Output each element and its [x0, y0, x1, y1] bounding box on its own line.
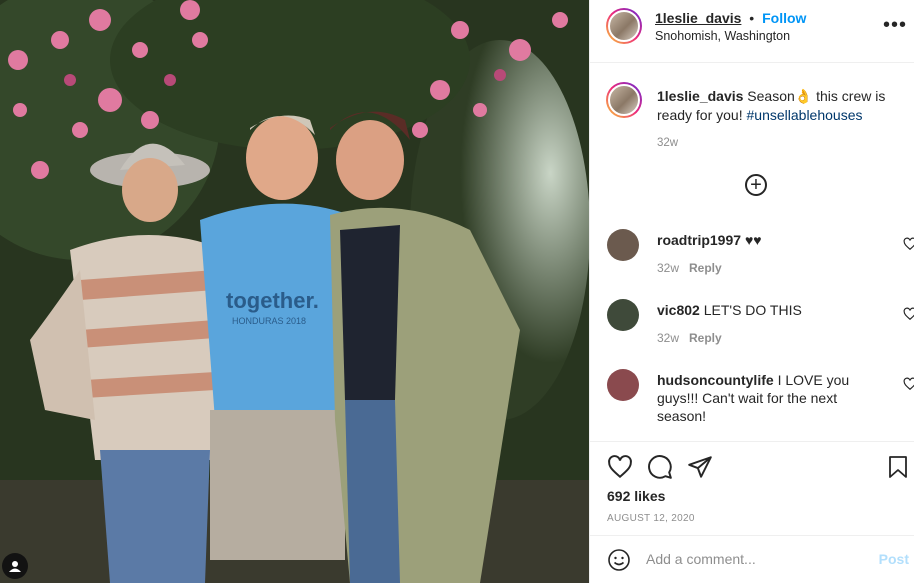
- post-side-panel: 1leslie_davis • Follow Snohomish, Washin…: [589, 0, 914, 583]
- post-photo[interactable]: together. HONDURAS 2018: [0, 0, 589, 583]
- comment-text: ♥♥: [744, 232, 762, 248]
- reply-button[interactable]: Reply: [689, 261, 722, 275]
- commenter-username[interactable]: hudsoncountylife: [657, 372, 774, 388]
- comment-like-icon[interactable]: [903, 307, 914, 321]
- comment-time: 32w: [657, 261, 680, 275]
- post-date: AUGUST 12, 2020: [607, 513, 695, 524]
- commenter-avatar[interactable]: [607, 229, 639, 261]
- post-comment-button[interactable]: Post: [879, 551, 909, 567]
- caption-text-before: Season: [747, 88, 795, 104]
- shirt-text: together.: [226, 288, 319, 313]
- share-icon[interactable]: [687, 454, 713, 480]
- post-header: 1leslie_davis • Follow Snohomish, Washin…: [590, 0, 914, 63]
- user-tag-icon[interactable]: [2, 553, 28, 579]
- comment-like-icon[interactable]: [903, 237, 914, 251]
- caption-username[interactable]: 1leslie_davis: [657, 88, 743, 104]
- comment-icon[interactable]: [647, 454, 673, 480]
- post-actions: 692 likes AUGUST 12, 2020 Add a comment.…: [590, 441, 914, 584]
- commenter-avatar[interactable]: [607, 369, 639, 401]
- caption-emoji: 👌: [794, 88, 813, 104]
- comment-time: 32w: [657, 331, 680, 345]
- heart-icon[interactable]: [607, 454, 633, 480]
- commenter-avatar[interactable]: [607, 299, 639, 331]
- post-caption: 1leslie_davis Season👌 this crew is ready…: [657, 87, 897, 125]
- plus-circle-icon[interactable]: +: [745, 174, 767, 196]
- photo-illustration: together. HONDURAS 2018: [0, 0, 589, 583]
- commenter-username[interactable]: roadtrip1997: [657, 232, 741, 248]
- caption-time: 32w: [657, 137, 679, 149]
- follow-button[interactable]: Follow: [762, 10, 806, 26]
- more-icon[interactable]: •••: [883, 14, 907, 37]
- add-comment-bar: Add a comment... Post: [590, 535, 914, 585]
- author-username[interactable]: 1leslie_davis: [655, 10, 741, 26]
- caption-hashtag[interactable]: #unsellablehouses: [747, 107, 863, 123]
- header-separator: •: [749, 10, 755, 26]
- comment-input[interactable]: Add a comment...: [646, 551, 756, 567]
- commenter-username[interactable]: vic802: [657, 302, 700, 318]
- emoji-icon[interactable]: [607, 548, 631, 572]
- reply-button[interactable]: Reply: [689, 331, 722, 345]
- shirt-subtext: HONDURAS 2018: [232, 316, 306, 326]
- bookmark-icon[interactable]: [886, 454, 910, 480]
- author-avatar[interactable]: [606, 8, 642, 44]
- comment-like-icon[interactable]: [903, 377, 914, 391]
- caption-avatar[interactable]: [606, 82, 642, 118]
- post-location[interactable]: Snohomish, Washington: [655, 29, 790, 43]
- likes-count[interactable]: 692 likes: [607, 488, 665, 504]
- comment-text: LET'S DO THIS: [703, 302, 802, 318]
